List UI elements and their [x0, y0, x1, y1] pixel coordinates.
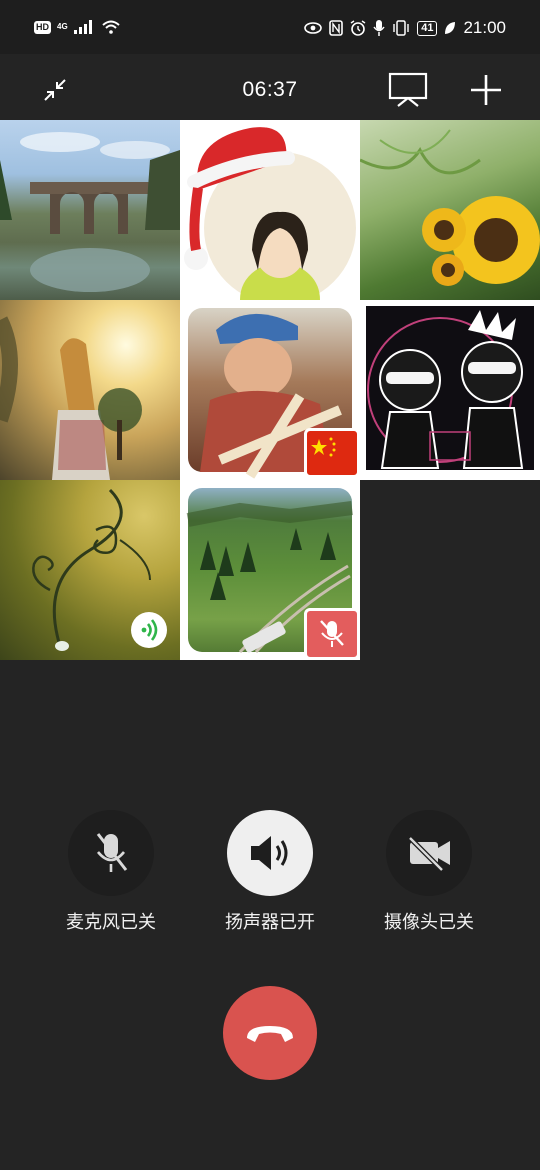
- participant-tile-railway[interactable]: [180, 480, 360, 660]
- speaking-indicator-icon: [131, 612, 167, 648]
- sunset-girl-illustration: [0, 316, 142, 480]
- speaker-icon: [251, 836, 288, 870]
- participant-tile-cartoon-duo[interactable]: [360, 300, 540, 480]
- status-time: 21:00: [463, 18, 506, 37]
- plus-icon[interactable]: [470, 74, 502, 106]
- camera-label: 摄像头已关: [384, 912, 474, 932]
- screen-share-icon[interactable]: [388, 72, 428, 108]
- mic-icon: [373, 20, 385, 36]
- sunflower-illustration: [360, 129, 540, 286]
- status-bar: HD 4G 41 21:00: [0, 0, 540, 54]
- hangup-icon: [247, 1026, 293, 1042]
- participant-tile-sunflower[interactable]: [360, 120, 540, 300]
- call-duration: 06:37: [242, 78, 298, 101]
- leaf-icon: [445, 22, 456, 34]
- network-label: 4G: [57, 22, 68, 31]
- camera-button[interactable]: [386, 810, 472, 896]
- status-right: 41 21:00: [304, 18, 506, 38]
- hangup-button[interactable]: [223, 986, 317, 1080]
- participant-tile-bridge[interactable]: [0, 120, 180, 300]
- hd-badge: HD: [34, 20, 51, 34]
- cartoon-duo-illustration: [367, 310, 524, 469]
- status-left: HD 4G: [34, 20, 120, 34]
- camera-off-icon: [408, 836, 450, 872]
- eye-icon: [304, 22, 323, 34]
- nfc-icon: [329, 20, 344, 36]
- vibrate-icon: [393, 20, 409, 36]
- microphone-label: 麦克风已关: [66, 912, 156, 932]
- battery-icon: 41: [417, 20, 438, 36]
- alarm-icon: [350, 20, 366, 36]
- participant-tile-santa-avatar[interactable]: [180, 120, 360, 300]
- speaker-button[interactable]: [227, 810, 313, 896]
- signal-icon: [73, 20, 92, 34]
- participant-tile-child-flag[interactable]: [180, 300, 360, 480]
- mic-off-icon: [96, 833, 128, 872]
- china-flag-icon: [304, 428, 360, 478]
- santa-avatar-illustration: [184, 127, 356, 300]
- participant-tile-vine[interactable]: [0, 480, 180, 660]
- call-header: 06:37: [0, 54, 540, 120]
- microphone-button[interactable]: [68, 810, 154, 896]
- bridge-illustration: [0, 132, 180, 292]
- speaker-label: 扬声器已开: [225, 912, 315, 932]
- participant-tile-sunset-girl[interactable]: [0, 300, 180, 480]
- muted-indicator-icon: [304, 608, 360, 660]
- wifi-icon: [102, 20, 120, 34]
